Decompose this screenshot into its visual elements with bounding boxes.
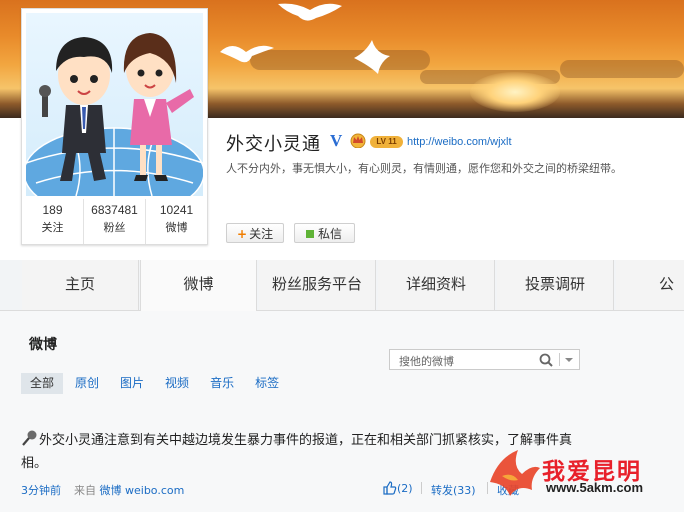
message-button[interactable]: 私信	[294, 223, 355, 243]
action-divider	[421, 482, 422, 494]
profile-url-link[interactable]: http://weibo.com/wjxlt	[407, 136, 512, 148]
follow-label: 关注	[249, 227, 274, 241]
following-label: 关注	[41, 221, 64, 234]
filter-music[interactable]: 音乐	[201, 373, 243, 394]
profile-name: 外交小灵通	[226, 134, 321, 155]
tab-weibo[interactable]: 微博	[140, 260, 257, 311]
posts-label: 微博	[165, 221, 188, 234]
profile-bio: 人不分内外，事无惧大小，有心则灵，有情则通，愿作您和外交之间的桥梁纽带。	[226, 162, 622, 175]
stat-posts[interactable]: 10241 微博	[145, 199, 207, 244]
avatar[interactable]	[26, 13, 203, 196]
tab-announcements[interactable]: 公告	[616, 260, 684, 341]
search-divider	[559, 353, 560, 366]
feed-filters: 全部 原创 图片 视频 音乐 标签	[21, 373, 291, 394]
dropdown-caret-icon[interactable]	[565, 358, 573, 362]
filter-videos[interactable]: 视频	[156, 373, 198, 394]
thumbs-up-icon[interactable]	[383, 481, 397, 495]
posts-count: 10241	[159, 203, 194, 217]
post-source: 来自 微博 weibo.com	[74, 482, 184, 498]
source-prefix: 来自	[74, 484, 96, 497]
filter-original[interactable]: 原创	[66, 373, 108, 394]
watermark-url: www.5akm.com	[546, 480, 644, 495]
filter-tags[interactable]: 标签	[246, 373, 288, 394]
tab-polls[interactable]: 投票调研	[497, 260, 614, 310]
avatar-card: 189 关注 6837481 粉丝 10241 微博	[21, 8, 208, 245]
stat-following[interactable]: 189 关注	[22, 199, 83, 244]
like-count[interactable]: (2)	[397, 482, 413, 495]
crown-icon[interactable]	[349, 132, 367, 148]
stat-fans[interactable]: 6837481 粉丝	[83, 199, 145, 244]
feed-title: 微博	[29, 337, 57, 353]
profile-stats: 189 关注 6837481 粉丝 10241 微博	[22, 199, 207, 244]
message-icon	[306, 230, 314, 238]
search-input[interactable]: 搜他的微博	[389, 349, 580, 370]
filter-images[interactable]: 图片	[111, 373, 153, 394]
post-time-link[interactable]: 3分钟前	[21, 482, 61, 498]
plus-icon: +	[237, 227, 248, 241]
microphone-icon	[22, 430, 37, 446]
filter-all[interactable]: 全部	[21, 373, 64, 394]
profile-tabs: 主页 微博 粉丝服务平台 详细资料 投票调研 公告	[0, 260, 684, 341]
search-placeholder: 搜他的微博	[399, 355, 454, 368]
dove-icon	[278, 3, 342, 21]
dove-icon	[354, 40, 390, 74]
level-badge[interactable]: LV 11	[370, 136, 403, 148]
fans-label: 粉丝	[103, 221, 126, 234]
following-count: 189	[42, 203, 63, 217]
tab-fan-service[interactable]: 粉丝服务平台	[259, 260, 376, 310]
follow-button[interactable]: + 关注	[226, 223, 284, 243]
dove-icon	[220, 45, 274, 63]
tab-details[interactable]: 详细资料	[378, 260, 495, 310]
fans-count: 6837481	[91, 203, 138, 217]
verified-v-icon[interactable]: V	[330, 131, 342, 151]
message-label: 私信	[318, 227, 343, 241]
search-icon[interactable]	[539, 353, 553, 367]
repost-link[interactable]: 转发(33)	[431, 482, 476, 498]
tab-home[interactable]: 主页	[22, 260, 139, 310]
source-link[interactable]: 微博 weibo.com	[100, 484, 185, 497]
